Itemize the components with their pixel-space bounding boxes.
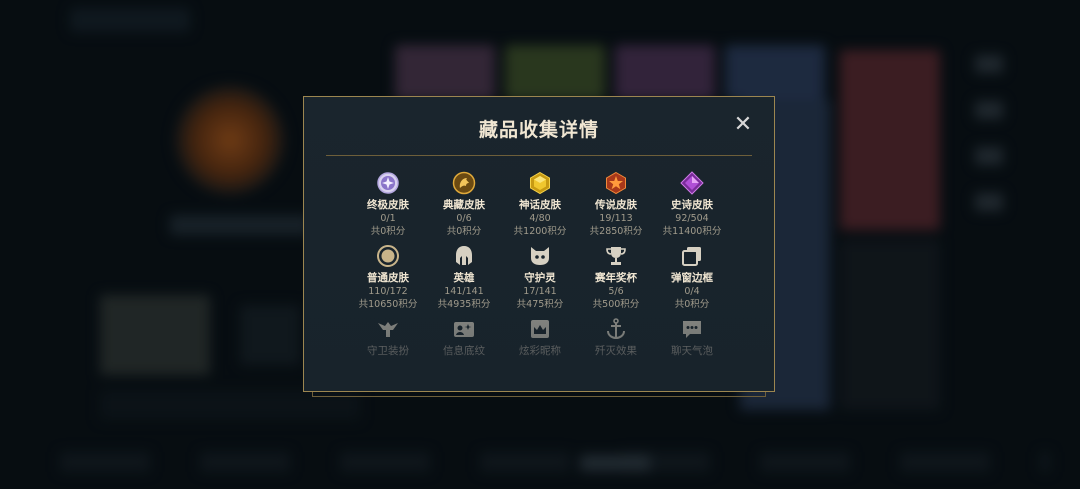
collection-item-points: 共0积分 [370, 226, 406, 237]
close-icon[interactable]: ✕ [732, 114, 754, 136]
collection-item-ultimate-skin[interactable]: 终极皮肤 0/1 共0积分 [350, 171, 426, 238]
collection-item-name: 歼灭效果 [595, 345, 637, 357]
collection-item-count: 0/1 [380, 213, 396, 224]
collection-item-name: 普通皮肤 [367, 272, 409, 284]
legendary-skin-icon [604, 171, 628, 195]
collection-details-dialog: 藏品收集详情 ✕ 终极皮肤 0/1 共0积分 典藏皮肤 0/6 共0积分 神话皮… [303, 96, 775, 397]
collection-item-name: 信息底纹 [443, 345, 485, 357]
collection-item-points: 共500积分 [592, 299, 640, 310]
collection-item-name: 赛年奖杯 [595, 272, 637, 284]
collection-item-chat-bubble[interactable]: 聊天气泡 [654, 317, 730, 358]
collection-item-name: 弹窗边框 [671, 272, 713, 284]
collection-item-points: 共0积分 [446, 226, 482, 237]
collection-item-epic-skin[interactable]: 史诗皮肤 92/504 共11400积分 [654, 171, 730, 238]
collection-item-name: 守护灵 [524, 272, 556, 284]
anchor-icon [604, 317, 628, 341]
collection-item-points: 共0积分 [674, 299, 710, 310]
collection-item-champion[interactable]: 英雄 141/141 共4935积分 [426, 244, 502, 311]
collection-item-name: 英雄 [453, 272, 475, 284]
collection-item-name: 炫彩昵称 [519, 345, 561, 357]
collection-item-name: 神话皮肤 [519, 199, 561, 211]
collection-item-count: 92/504 [675, 213, 709, 224]
collection-item-guardian-outfit[interactable]: 守卫装扮 [350, 317, 426, 358]
collection-item-points: 共10650积分 [358, 299, 418, 310]
collection-item-name: 聊天气泡 [671, 345, 713, 357]
collection-item-season-trophy[interactable]: 赛年奖杯 5/6 共500积分 [578, 244, 654, 311]
collection-item-standard-skin[interactable]: 普通皮肤 110/172 共10650积分 [350, 244, 426, 311]
collection-item-count: 19/113 [599, 213, 633, 224]
dialog-title: 藏品收集详情 [478, 119, 599, 141]
collection-item-info-card[interactable]: 信息底纹 [426, 317, 502, 358]
collection-item-name: 典藏皮肤 [443, 199, 485, 211]
collection-grid: 终极皮肤 0/1 共0积分 典藏皮肤 0/6 共0积分 神话皮肤 4/80 共1… [350, 171, 730, 358]
collection-item-count: 5/6 [608, 286, 624, 297]
guardian-outfit-icon [376, 317, 400, 341]
champion-helmet-icon [452, 244, 476, 268]
epic-skin-icon [680, 171, 704, 195]
standard-skin-icon [376, 244, 400, 268]
collection-item-count: 141/141 [444, 286, 484, 297]
collection-item-name: 史诗皮肤 [671, 199, 713, 211]
info-card-icon [452, 317, 476, 341]
collection-item-popup-frame[interactable]: 弹窗边框 0/4 共0积分 [654, 244, 730, 311]
legacy-skin-icon [452, 171, 476, 195]
collection-item-guardian-spirit[interactable]: 守护灵 17/141 共475积分 [502, 244, 578, 311]
collection-item-points: 共2850积分 [589, 226, 643, 237]
collection-item-count: 110/172 [368, 286, 408, 297]
colored-title-icon [528, 317, 552, 341]
collection-item-colored-title[interactable]: 炫彩昵称 [502, 317, 578, 358]
collection-item-name: 守卫装扮 [367, 345, 409, 357]
collection-item-points: 共11400积分 [662, 226, 722, 237]
collection-item-points: 共4935积分 [437, 299, 491, 310]
guardian-spirit-icon [528, 244, 552, 268]
collection-item-count: 4/80 [529, 213, 551, 224]
collection-item-count: 0/4 [684, 286, 700, 297]
collection-item-points: 共1200积分 [513, 226, 567, 237]
collection-item-count: 17/141 [523, 286, 557, 297]
collection-item-mythic-skin[interactable]: 神话皮肤 4/80 共1200积分 [502, 171, 578, 238]
mythic-skin-icon [528, 171, 552, 195]
frame-icon [680, 244, 704, 268]
collection-item-name: 传说皮肤 [595, 199, 637, 211]
collection-item-count: 0/6 [456, 213, 472, 224]
collection-item-name: 终极皮肤 [367, 199, 409, 211]
collection-item-kill-effect[interactable]: 歼灭效果 [578, 317, 654, 358]
collection-item-legacy-skin[interactable]: 典藏皮肤 0/6 共0积分 [426, 171, 502, 238]
collection-item-legendary-skin[interactable]: 传说皮肤 19/113 共2850积分 [578, 171, 654, 238]
trophy-icon [604, 244, 628, 268]
collection-item-points: 共475积分 [516, 299, 564, 310]
chat-bubble-icon [680, 317, 704, 341]
title-divider [326, 155, 752, 156]
ultimate-skin-icon [376, 171, 400, 195]
